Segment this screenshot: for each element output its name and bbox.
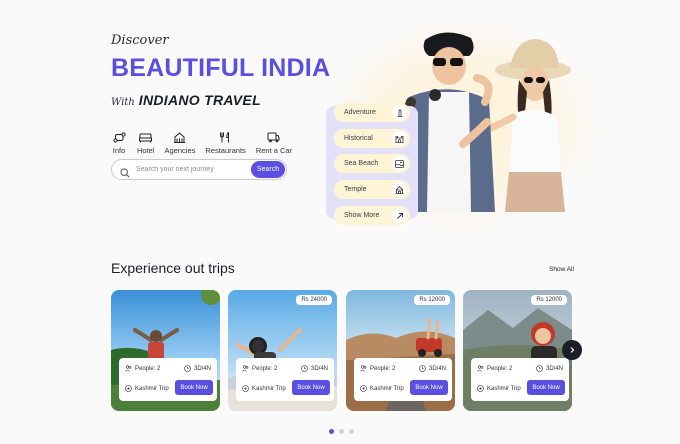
search-button[interactable]: Search [251,161,285,178]
clock-icon [301,365,308,372]
brand-name: INDIANO TRAVEL [138,92,261,108]
trip-duration: 3D/4N [184,365,211,372]
tag-show-more[interactable]: Show More [334,206,410,225]
people-icon [477,365,484,372]
search-icon [120,165,130,177]
people-count: People: 2 [360,365,395,372]
carousel-next-button[interactable] [562,340,582,360]
discover-label: Discover [111,33,169,48]
trip-destination: Kashmir Trip [477,385,521,392]
tag-label: Sea Beach [344,160,379,167]
cutlery-icon [218,131,234,144]
category-agencies[interactable]: Agencies [164,131,196,155]
book-now-button[interactable]: Book Now [292,380,330,395]
building-icon [172,131,188,144]
category-hotel[interactable]: Hotel [137,131,155,155]
chevron-right-icon [570,347,575,353]
trip-destination: Kashmir Trip [360,385,404,392]
book-now-button[interactable]: Book Now [527,380,565,395]
trip-duration: 3D/4N [536,365,563,372]
car-icon [266,131,282,144]
clock-icon [419,365,426,372]
location-pin-icon [360,385,367,392]
show-all-link[interactable]: Show All [549,266,574,273]
category-info[interactable]: Info [111,131,127,155]
pagination-dot[interactable] [329,429,334,434]
trip-info: People: 2 3D/4N Kashmir Trip Book Now [236,358,334,401]
with-label: With [111,97,135,108]
tag-sea-beach[interactable]: Sea Beach [334,154,410,173]
search-bar: Search [111,159,287,180]
pagination-dot[interactable] [339,429,344,434]
people-count: People: 2 [477,365,512,372]
page-title: BEAUTIFUL INDIA [111,54,331,82]
people-icon [242,365,249,372]
tag-label: Historical [344,135,373,142]
price-badge: Rs 24000 [296,295,332,305]
category-rent-a-car[interactable]: Rent a Car [256,131,292,155]
tag-label: Adventure [344,109,376,116]
trip-card[interactable]: Rs 24000 People: 2 3D/4N Kashmir Trip Bo… [228,290,337,411]
clock-icon [536,365,543,372]
category-label: Restaurants [205,146,246,155]
category-label: Hotel [137,146,155,155]
people-icon [360,365,367,372]
search-input[interactable] [136,166,246,173]
people-count: People: 2 [242,365,277,372]
arrow-up-right-icon [392,208,407,223]
category-label: Agencies [164,146,196,155]
book-now-button[interactable]: Book Now [410,380,448,395]
tag-adventure[interactable]: Adventure [334,103,410,122]
carousel-pagination [329,429,354,434]
tag-label: Temple [344,186,367,193]
category-bar: Info Hotel Agencies Restaurants Rent a C… [111,131,302,155]
beach-icon [392,156,407,171]
tag-historical[interactable]: Historical [334,129,410,148]
route-icon [111,131,127,144]
trip-info: People: 2 3D/4N Kashmir Trip Book Now [471,358,569,401]
location-pin-icon [125,385,132,392]
price-badge: Rs 12000 [414,295,450,305]
brand-line: With INDIANO TRAVEL [111,92,261,108]
trip-card[interactable]: People: 2 3D/4N Kashmir Trip Book Now [111,290,220,411]
category-label: Rent a Car [255,146,293,155]
pagination-dot[interactable] [349,429,354,434]
trip-info: People: 2 3D/4N Kashmir Trip Book Now [354,358,452,401]
tag-temple[interactable]: Temple [334,180,410,199]
fort-icon [392,131,407,146]
location-pin-icon [242,385,249,392]
book-now-button[interactable]: Book Now [175,380,213,395]
trip-destination: Kashmir Trip [242,385,286,392]
trip-card[interactable]: Rs 12000 People: 2 3D/4N Kashmir Trip Bo… [463,290,572,411]
trip-destination: Kashmir Trip [125,385,169,392]
trip-duration: 3D/4N [301,365,328,372]
temple-icon [392,182,407,197]
category-label: Info [112,146,126,155]
trip-duration: 3D/4N [419,365,446,372]
trip-card[interactable]: Rs 12000 People: 2 3D/4N Kashmir Trip Bo… [346,290,455,411]
clock-icon [184,365,191,372]
location-pin-icon [477,385,484,392]
people-icon [125,365,132,372]
section-title: Experience out trips [111,260,235,276]
category-restaurants[interactable]: Restaurants [205,131,246,155]
price-badge: Rs 12000 [531,295,567,305]
people-count: People: 2 [125,365,160,372]
monument-icon [392,105,407,120]
tag-label: Show More [344,212,380,219]
trip-info: People: 2 3D/4N Kashmir Trip Book Now [119,358,217,401]
bed-icon [138,131,154,144]
